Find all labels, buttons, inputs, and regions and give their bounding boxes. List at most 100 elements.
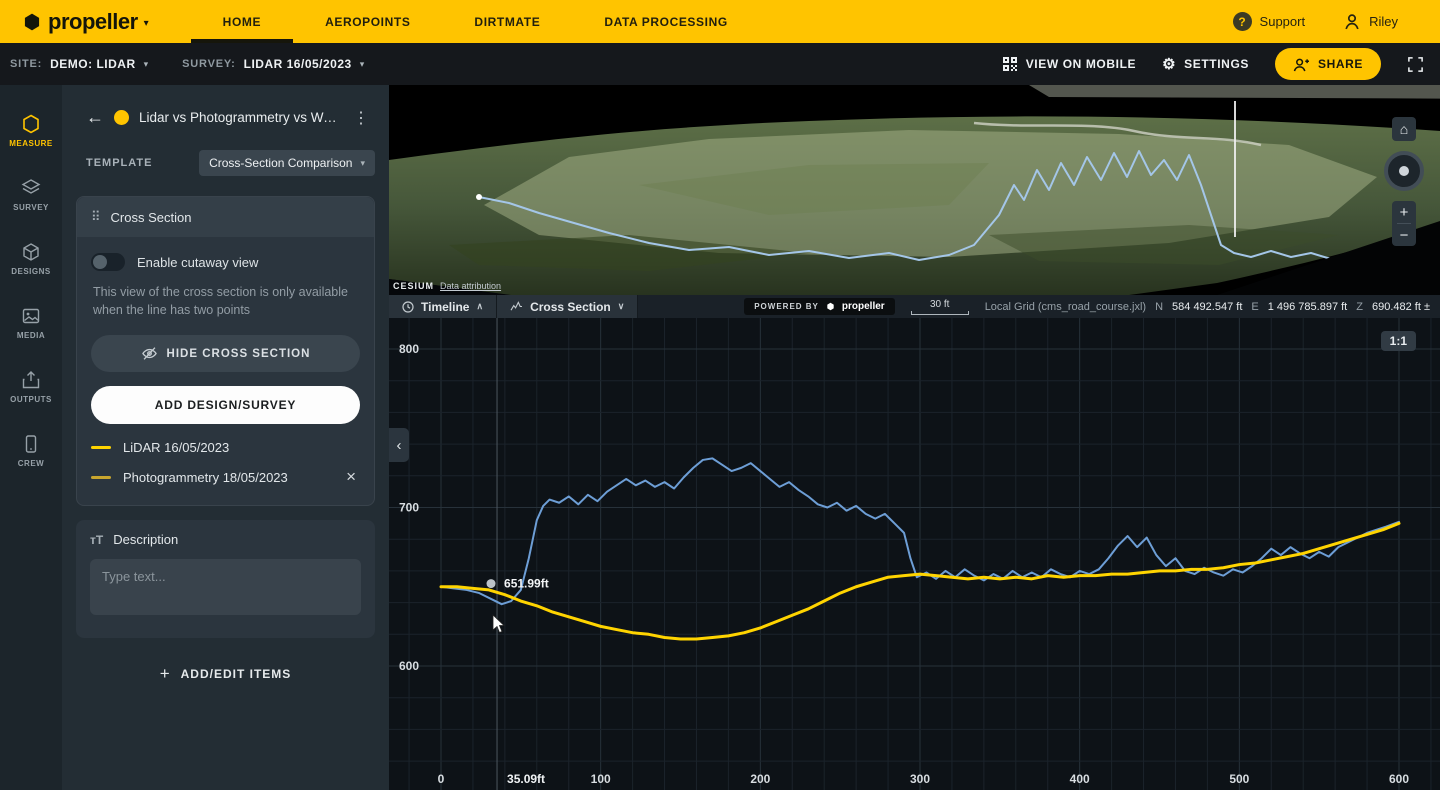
photogrammetry-swatch (91, 476, 111, 479)
viewer-nav-controls: ⌂ + − (1384, 117, 1424, 246)
add-design-survey-button[interactable]: ADD DESIGN/SURVEY (91, 386, 360, 424)
cutaway-toggle-knob (93, 255, 107, 269)
zoom-out-button[interactable]: − (1392, 224, 1416, 246)
template-value: Cross-Section Comparison (209, 156, 352, 170)
zoom-controls: + − (1392, 201, 1416, 246)
easting-value: 1 496 785.897 ft (1268, 301, 1348, 313)
collapse-panel-button[interactable]: ‹ (389, 428, 409, 462)
rail-item-media[interactable]: MEDIA (0, 291, 62, 355)
legend-item-lidar: LiDAR 16/05/2023 (91, 440, 360, 455)
map-3d-viewer[interactable]: ⌂ + − CESIUM Data attribution (389, 85, 1440, 295)
add-edit-items-button[interactable]: + ADD/EDIT ITEMS (62, 664, 389, 684)
compass-gyro-control[interactable] (1384, 151, 1424, 191)
rail-item-crew[interactable]: CREW (0, 419, 62, 483)
settings-button[interactable]: ⚙ SETTINGS (1162, 55, 1249, 73)
measurement-panel: ← Lidar vs Photogrammetry vs Wa... ⋮ TEM… (62, 85, 389, 790)
chart-canvas[interactable]: 010020030040050060080070060035.09ft651.9… (389, 318, 1440, 790)
share-button[interactable]: SHARE (1275, 48, 1381, 80)
description-title: Description (113, 532, 178, 547)
cutaway-toggle[interactable] (91, 253, 125, 271)
svg-text:35.09ft: 35.09ft (507, 772, 545, 786)
elevation-label: Z (1356, 301, 1363, 313)
main-nav: HOME AEROPOINTS DIRTMATE DATA PROCESSING (191, 0, 760, 43)
designs-cube-icon (21, 242, 41, 262)
qr-code-icon (1002, 56, 1018, 72)
svg-text:651.99ft: 651.99ft (504, 577, 549, 591)
rail-item-designs[interactable]: DESIGNS (0, 227, 62, 291)
rail-label-media: MEDIA (17, 331, 45, 340)
site-label: SITE: (10, 58, 42, 70)
logo-caret-icon: ▾ (144, 18, 149, 29)
propeller-logo-icon (22, 12, 42, 32)
svg-text:800: 800 (399, 342, 419, 356)
cross-section-chart[interactable]: 010020030040050060080070060035.09ft651.9… (389, 318, 1440, 790)
kebab-menu-icon[interactable]: ⋮ (347, 108, 375, 128)
hide-cross-section-button[interactable]: HIDE CROSS SECTION (91, 335, 360, 372)
template-select[interactable]: Cross-Section Comparison ▾ (199, 150, 375, 176)
tab-cross-section[interactable]: Cross Section ∨ (497, 295, 638, 318)
template-caret-icon: ▾ (360, 158, 365, 169)
nav-data-processing[interactable]: DATA PROCESSING (572, 0, 759, 43)
powered-propeller-icon (826, 302, 835, 311)
cross-section-card-header[interactable]: ⠿ Cross Section (77, 197, 374, 237)
crew-phone-icon (21, 434, 41, 454)
share-person-icon (1293, 57, 1310, 72)
site-selector[interactable]: SITE: DEMO: LIDAR ▾ (10, 57, 148, 71)
measure-hexagon-icon (21, 114, 41, 134)
nav-home[interactable]: HOME (191, 0, 293, 43)
data-attribution-link[interactable]: Data attribution (440, 281, 501, 291)
top-navigation-bar: propeller ▾ HOME AEROPOINTS DIRTMATE DAT… (0, 0, 1440, 43)
survey-label: SURVEY: (182, 58, 235, 70)
share-label: SHARE (1318, 57, 1363, 71)
grid-label: Local Grid (cms_road_course.jxl) (985, 301, 1146, 313)
nav-aeropoints[interactable]: AEROPOINTS (293, 0, 442, 43)
question-icon: ? (1233, 12, 1252, 31)
coordinate-readout: Local Grid (cms_road_course.jxl) N 584 4… (985, 301, 1430, 313)
survey-selector[interactable]: SURVEY: LIDAR 16/05/2023 ▾ (182, 57, 364, 71)
svg-text:600: 600 (1389, 772, 1409, 786)
timeline-chevron-icon: ∧ (476, 301, 483, 312)
view-on-mobile-label: VIEW ON MOBILE (1026, 57, 1136, 71)
gear-icon: ⚙ (1162, 55, 1176, 73)
rail-label-crew: CREW (18, 459, 44, 468)
propeller-logo[interactable]: propeller ▾ (22, 9, 149, 35)
timeline-tab-label: Timeline (421, 300, 469, 314)
svg-text:500: 500 (1229, 772, 1249, 786)
hide-cross-section-label: HIDE CROSS SECTION (167, 348, 311, 360)
powered-by-badge: POWERED BY propeller (744, 298, 894, 315)
back-button[interactable]: ← (86, 107, 104, 128)
settings-label: SETTINGS (1184, 57, 1249, 71)
context-bar: SITE: DEMO: LIDAR ▾ SURVEY: LIDAR 16/05/… (0, 43, 1440, 85)
support-menu[interactable]: ? Support (1233, 12, 1306, 31)
text-format-icon: тT (90, 533, 103, 547)
cross-section-card-title: Cross Section (111, 210, 192, 225)
tab-timeline[interactable]: Timeline ∧ (389, 295, 497, 318)
eye-off-icon (141, 346, 158, 361)
support-label: Support (1260, 14, 1306, 29)
rail-item-measure[interactable]: MEASURE (0, 99, 62, 163)
svg-text:200: 200 (750, 772, 770, 786)
plus-icon: + (160, 664, 171, 684)
measurement-title: Lidar vs Photogrammetry vs Wa... (139, 110, 337, 125)
rail-item-survey[interactable]: SURVEY (0, 163, 62, 227)
site-caret-icon: ▾ (144, 59, 149, 70)
series-legend: LiDAR 16/05/2023 Photogrammetry 18/05/20… (91, 440, 360, 487)
add-edit-items-label: ADD/EDIT ITEMS (181, 667, 292, 681)
template-label: TEMPLATE (86, 157, 152, 169)
northing-label: N (1155, 301, 1163, 313)
description-input[interactable] (90, 559, 361, 615)
home-view-button[interactable]: ⌂ (1392, 117, 1416, 141)
remove-series-icon[interactable]: × (342, 467, 360, 487)
rail-item-outputs[interactable]: OUTPUTS (0, 355, 62, 419)
zoom-in-button[interactable]: + (1392, 201, 1416, 223)
fullscreen-icon[interactable] (1407, 56, 1424, 73)
nav-dirtmate[interactable]: DIRTMATE (442, 0, 572, 43)
logo-text: propeller (48, 9, 138, 35)
svg-text:0: 0 (438, 772, 445, 786)
user-menu[interactable]: Riley (1343, 13, 1398, 30)
tool-rail: MEASURE SURVEY DESIGNS ME (0, 85, 62, 790)
terrain-scene (389, 85, 1440, 295)
view-on-mobile-button[interactable]: VIEW ON MOBILE (1002, 56, 1136, 72)
drag-handle-icon[interactable]: ⠿ (91, 209, 101, 225)
lidar-swatch (91, 446, 111, 449)
